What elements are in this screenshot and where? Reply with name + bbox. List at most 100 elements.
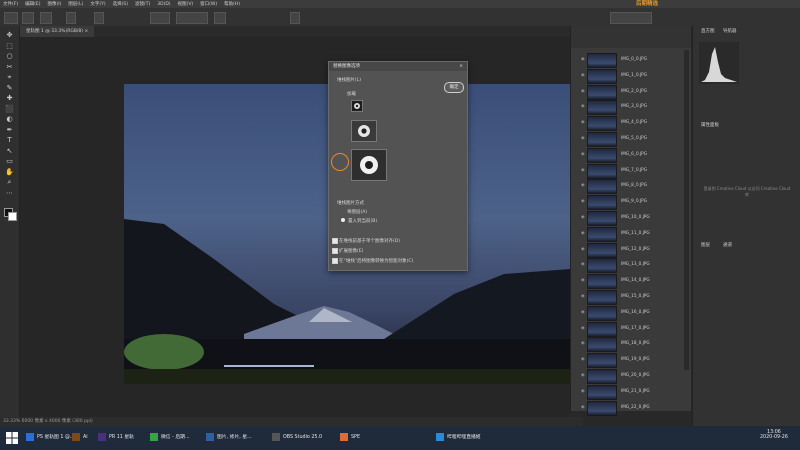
file-list-item[interactable]: ◉ IMG_12_0.JPG xyxy=(581,242,683,258)
visibility-icon[interactable]: ◉ xyxy=(581,388,585,393)
mode-icon[interactable] xyxy=(66,12,76,24)
tool-icon[interactable]: ✒ xyxy=(5,126,14,134)
checkbox-smart-object[interactable] xyxy=(332,258,338,264)
tool-icon[interactable]: ○ xyxy=(5,53,14,60)
tab-layers[interactable]: 图层 xyxy=(697,240,714,252)
file-list-item[interactable]: ◉ IMG_5_0.JPG xyxy=(581,131,683,147)
taskbar-item[interactable]: OBS Studio 25.0 xyxy=(272,429,322,447)
background-color-swatch[interactable] xyxy=(8,212,17,221)
tool-icon[interactable]: ⬚ xyxy=(5,42,14,50)
visibility-icon[interactable]: ◉ xyxy=(581,56,585,61)
visibility-icon[interactable]: ◉ xyxy=(581,151,585,156)
file-list-item[interactable]: ◉ IMG_10_0.JPG xyxy=(581,210,683,226)
option-field-2[interactable] xyxy=(176,12,208,24)
menu-item[interactable]: 滤镜(T) xyxy=(135,1,150,7)
menu-item[interactable]: 选择(S) xyxy=(113,1,128,7)
visibility-icon[interactable]: ◉ xyxy=(581,261,585,266)
subtract-icon[interactable] xyxy=(94,12,104,24)
file-list-item[interactable]: ◉ IMG_21_0.JPG xyxy=(581,384,683,400)
document-tab[interactable]: 星轨图 1 @ 33.3%(RGB/8) × xyxy=(20,26,95,37)
option-field-3[interactable] xyxy=(214,12,226,24)
menu-item[interactable]: 编辑(E) xyxy=(25,1,40,7)
wand-icon[interactable] xyxy=(40,12,52,24)
tool-icon[interactable]: ◐ xyxy=(5,116,14,123)
visibility-icon[interactable]: ◉ xyxy=(581,198,585,203)
menu-item[interactable]: 3D(D) xyxy=(157,2,170,7)
option-place-current[interactable]: 置入到当前(B) xyxy=(341,218,377,224)
tab-channels[interactable]: 通道 xyxy=(719,240,736,252)
menu-item[interactable]: 视图(V) xyxy=(178,1,194,7)
taskbar-item[interactable]: PS 星轨图 1 @... xyxy=(26,429,74,447)
file-list-item[interactable]: ◉ IMG_7_0.JPG xyxy=(581,163,683,179)
file-list-item[interactable]: ◉ IMG_9_0.JPG xyxy=(581,194,683,211)
option-field-1[interactable] xyxy=(150,12,170,24)
visibility-icon[interactable]: ◉ xyxy=(581,277,585,282)
file-list-item[interactable]: ◉ IMG_13_0.JPG xyxy=(581,257,683,274)
checkbox-align[interactable] xyxy=(332,238,338,244)
menu-item[interactable]: 帮助(H) xyxy=(224,1,240,7)
file-list-item[interactable]: ◉ IMG_1_0.JPG xyxy=(581,68,683,84)
file-list-item[interactable]: ◉ IMG_14_0.JPG xyxy=(581,273,683,290)
taskbar-item[interactable]: PR 11 星轨 xyxy=(98,429,134,447)
brush-icon[interactable] xyxy=(22,12,34,24)
taskbar-item[interactable]: SPE xyxy=(340,429,360,447)
file-list-item[interactable]: ◉ IMG_19_0.JPG xyxy=(581,352,683,369)
option-all-layers[interactable]: 将图层(A) xyxy=(347,209,367,215)
menu-item[interactable]: 文字(Y) xyxy=(90,1,105,7)
menu-item[interactable]: 文件(F) xyxy=(3,1,18,7)
menu-item[interactable]: 图像(I) xyxy=(47,1,61,7)
visibility-icon[interactable]: ◉ xyxy=(581,325,585,330)
visibility-icon[interactable]: ◉ xyxy=(581,246,585,251)
taskbar-item[interactable]: Ai xyxy=(72,429,88,447)
taskbar-item[interactable]: 图片, 修片, 星... xyxy=(206,429,252,447)
visibility-icon[interactable]: ◉ xyxy=(581,135,585,140)
tool-icon[interactable]: ⬛ xyxy=(5,105,14,113)
visibility-icon[interactable]: ◉ xyxy=(581,230,585,235)
workspace-field[interactable] xyxy=(610,12,652,24)
taskbar-item[interactable]: 微信 - 后期... xyxy=(150,429,190,447)
tool-icon[interactable]: T xyxy=(5,137,14,144)
file-list-item[interactable]: ◉ IMG_16_0.JPG xyxy=(581,305,683,321)
tool-icon[interactable]: ⌖ xyxy=(5,74,14,81)
taskbar-item[interactable]: 哔哩哔哩直播姬 xyxy=(436,429,481,447)
stack-thumb-medium[interactable] xyxy=(351,120,377,142)
option-toggle[interactable] xyxy=(290,12,300,24)
tool-icon[interactable]: ✚ xyxy=(5,95,14,102)
file-list-scrollbar[interactable] xyxy=(684,50,689,370)
ok-button[interactable]: 确定 xyxy=(444,82,464,93)
tool-icon[interactable]: ✎ xyxy=(5,84,14,92)
file-list-item[interactable]: ◉ IMG_22_0.JPG xyxy=(581,400,683,416)
file-list-item[interactable]: ◉ IMG_17_0.JPG xyxy=(581,321,683,337)
file-list-item[interactable]: ◉ IMG_2_0.JPG xyxy=(581,84,683,100)
tool-icon[interactable]: ⋯ xyxy=(5,189,14,197)
visibility-icon[interactable]: ◉ xyxy=(581,293,585,298)
visibility-icon[interactable]: ◉ xyxy=(581,72,585,77)
file-list-item[interactable]: ◉ IMG_0_0.JPG xyxy=(581,52,683,68)
visibility-icon[interactable]: ◉ xyxy=(581,404,585,409)
file-list-item[interactable]: ◉ IMG_20_0.JPG xyxy=(581,368,683,384)
visibility-icon[interactable]: ◉ xyxy=(581,103,585,108)
visibility-icon[interactable]: ◉ xyxy=(581,372,585,377)
tool-preset-picker[interactable] xyxy=(4,12,18,24)
menu-item[interactable]: 图层(L) xyxy=(68,1,83,7)
windows-start-icon[interactable] xyxy=(6,432,18,444)
tool-icon[interactable]: ✥ xyxy=(5,32,14,39)
checkbox-extend[interactable] xyxy=(332,248,338,254)
file-list-item[interactable]: ◉ IMG_8_0.JPG xyxy=(581,178,683,195)
visibility-icon[interactable]: ◉ xyxy=(581,88,585,93)
tool-icon[interactable]: ✋ xyxy=(5,168,14,176)
file-list-item[interactable]: ◉ IMG_6_0.JPG xyxy=(581,147,683,163)
visibility-icon[interactable]: ◉ xyxy=(581,167,585,172)
menu-item[interactable]: 窗口(W) xyxy=(200,1,217,7)
file-list-item[interactable]: ◉ IMG_4_0.JPG xyxy=(581,115,683,132)
tab-histogram[interactable]: 直方图 xyxy=(697,26,719,38)
file-list-item[interactable]: ◉ IMG_18_0.JPG xyxy=(581,336,683,353)
tool-icon[interactable]: ✂ xyxy=(5,63,14,71)
close-icon[interactable]: × xyxy=(459,62,463,71)
tool-icon[interactable]: ⌕ xyxy=(5,179,14,186)
visibility-icon[interactable]: ◉ xyxy=(581,119,585,124)
file-list-item[interactable]: ◉ IMG_15_0.JPG xyxy=(581,289,683,305)
visibility-icon[interactable]: ◉ xyxy=(581,340,585,345)
tool-icon[interactable]: ▭ xyxy=(5,158,14,165)
file-list-item[interactable]: ◉ IMG_3_0.JPG xyxy=(581,99,683,116)
